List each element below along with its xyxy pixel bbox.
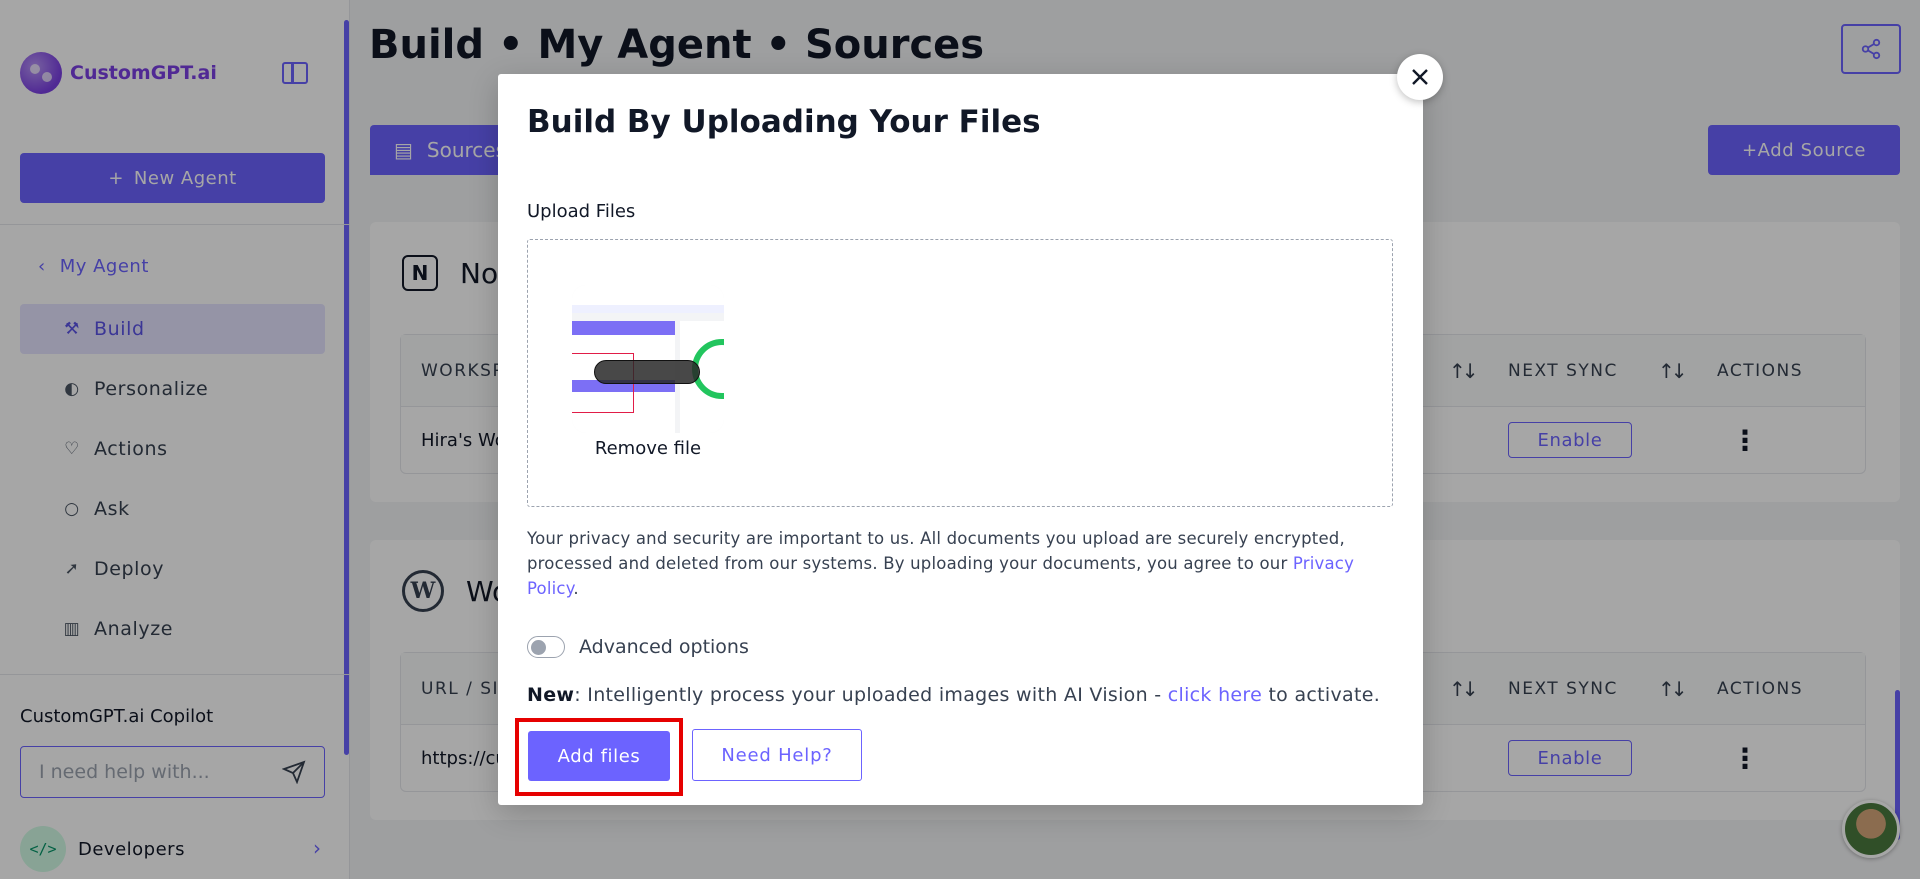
need-help-button[interactable]: Need Help? bbox=[692, 729, 862, 781]
file-progress-pill bbox=[594, 360, 700, 384]
remove-file-link[interactable]: Remove file bbox=[572, 438, 724, 459]
privacy-text: Your privacy and security are important … bbox=[527, 529, 1345, 573]
privacy-period: . bbox=[573, 579, 579, 598]
activate-vision-link[interactable]: click here bbox=[1168, 684, 1262, 706]
thumbnail-accent bbox=[572, 321, 675, 335]
file-dropzone[interactable]: Remove file bbox=[527, 239, 1393, 507]
advanced-options-toggle[interactable] bbox=[527, 636, 565, 658]
modal-title: Build By Uploading Your Files bbox=[527, 104, 1041, 140]
ai-vision-note: New: Intelligently process your uploaded… bbox=[527, 684, 1380, 706]
upload-files-label: Upload Files bbox=[527, 201, 636, 222]
close-icon bbox=[1412, 69, 1428, 85]
privacy-notice: Your privacy and security are important … bbox=[527, 526, 1393, 601]
advanced-options-label: Advanced options bbox=[579, 636, 749, 658]
upload-files-modal: Build By Uploading Your Files Upload Fil… bbox=[498, 74, 1423, 805]
vision-end: to activate. bbox=[1268, 684, 1381, 706]
file-thumbnail bbox=[572, 285, 724, 433]
vision-text: : Intelligently process your uploaded im… bbox=[574, 684, 1162, 706]
thumbnail-bar bbox=[572, 305, 724, 313]
thumbnail-header bbox=[572, 285, 724, 305]
advanced-options-row: Advanced options bbox=[527, 636, 749, 658]
new-label: New bbox=[527, 684, 575, 706]
add-files-button[interactable]: Add files bbox=[528, 731, 670, 781]
close-modal-button[interactable] bbox=[1397, 54, 1443, 100]
